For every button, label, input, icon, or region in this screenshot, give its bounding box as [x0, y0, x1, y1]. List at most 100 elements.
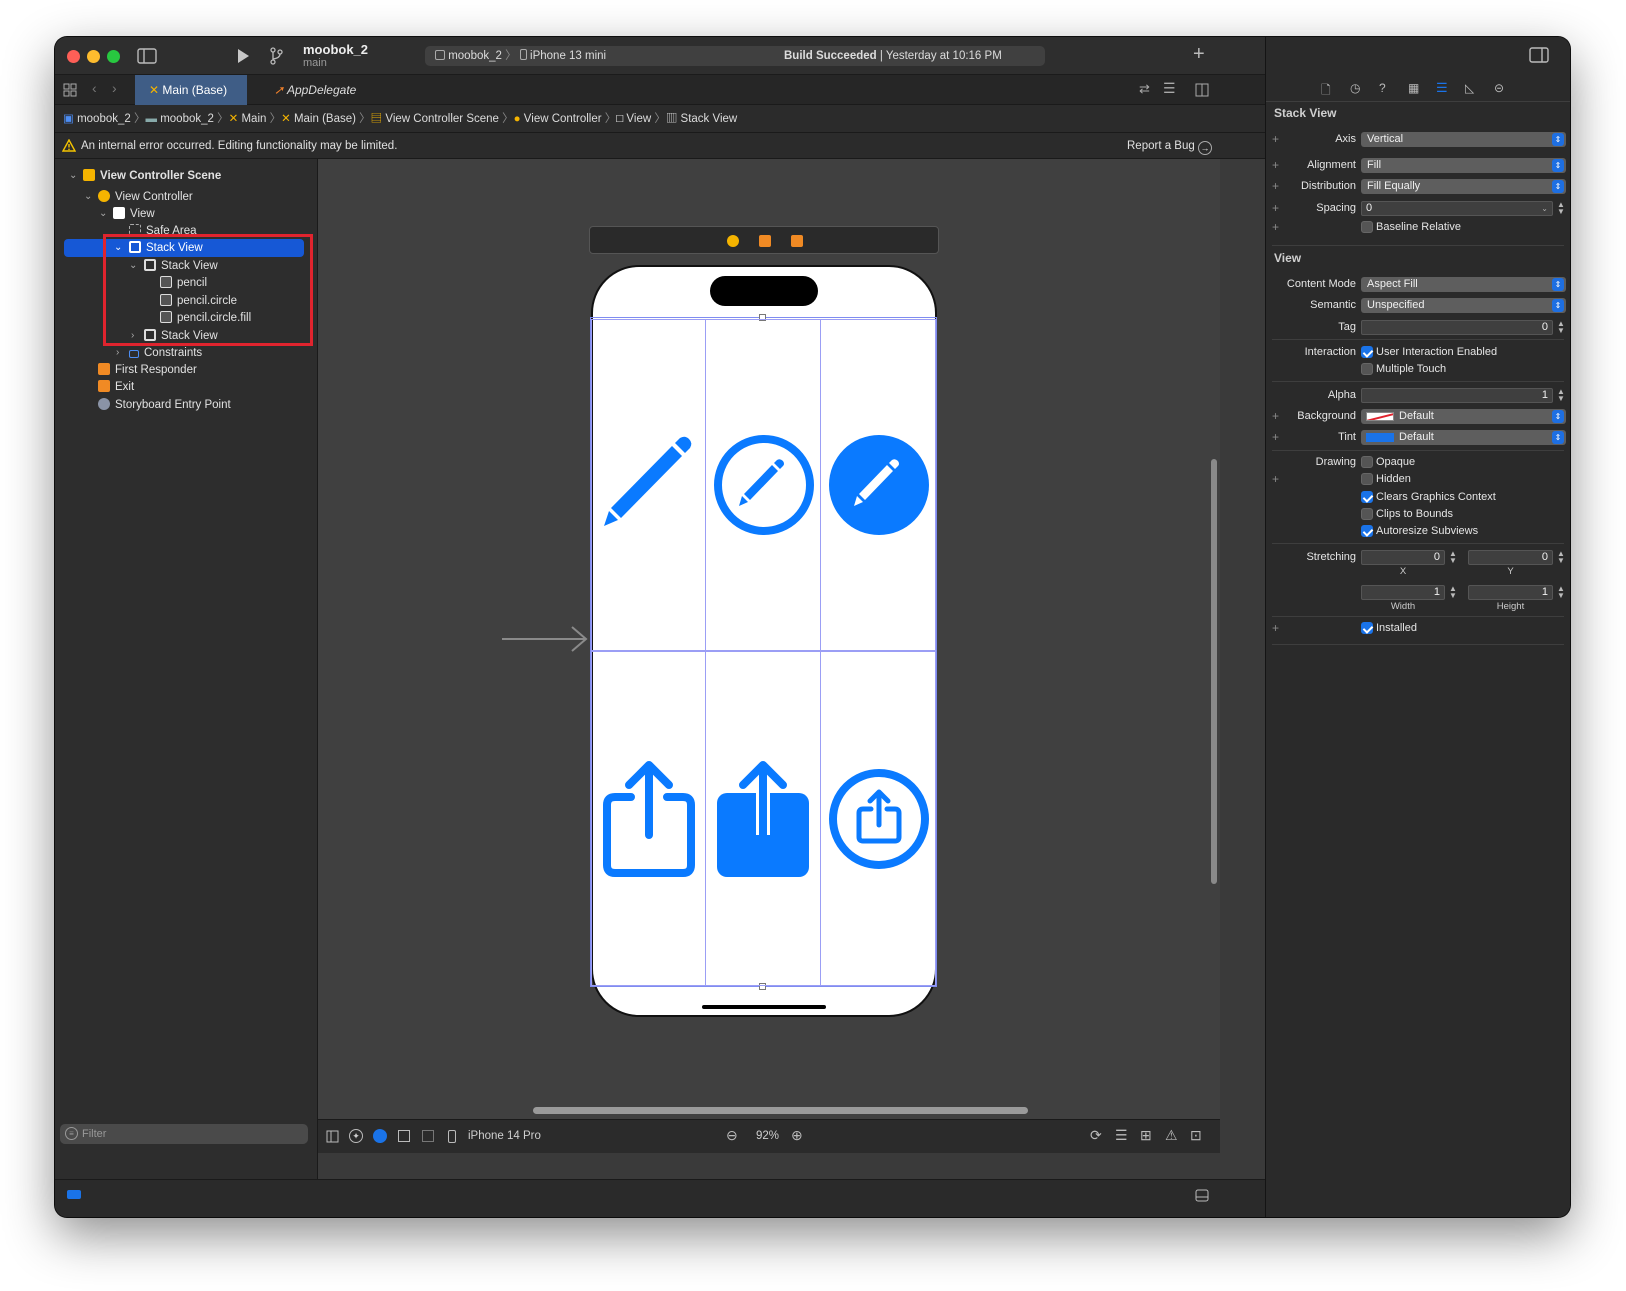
horizontal-scrollbar[interactable]: [533, 1107, 1028, 1114]
breadcrumb-item[interactable]: View: [626, 113, 651, 125]
breadcrumb-item[interactable]: Main: [241, 113, 266, 125]
zoom-window-button[interactable]: [107, 50, 120, 63]
storyboard-canvas[interactable]: [318, 159, 1220, 1119]
connections-inspector-icon[interactable]: ⊝: [1494, 81, 1504, 95]
stretching-width-field[interactable]: 1: [1361, 585, 1445, 600]
exit-icon[interactable]: [791, 235, 803, 247]
zoom-in-icon[interactable]: ⊕: [791, 1127, 803, 1144]
resolve-issues-icon[interactable]: ⚠: [1165, 1127, 1178, 1144]
breadcrumb-item[interactable]: Main (Base): [294, 113, 356, 125]
scheme-status-bar[interactable]: moobok_2 〉 iPhone 13 mini Build Succeede…: [425, 46, 1045, 66]
outline-item-first-responder[interactable]: First Responder: [98, 361, 197, 379]
plus-icon[interactable]: +: [1272, 430, 1279, 444]
plus-icon[interactable]: +: [1272, 201, 1279, 215]
view-controller-icon[interactable]: [727, 235, 739, 247]
split-editor-icon[interactable]: [1195, 83, 1209, 97]
chevron-right-icon[interactable]: ›: [116, 344, 119, 362]
size-inspector-icon[interactable]: ◺: [1465, 81, 1474, 95]
related-items-icon[interactable]: ⇄: [1139, 81, 1150, 97]
layout-icon[interactable]: [422, 1130, 434, 1142]
forward-icon[interactable]: ›: [112, 80, 117, 96]
chevron-down-icon[interactable]: ⌄: [69, 167, 77, 185]
outline-item-exit[interactable]: Exit: [98, 378, 134, 396]
breadcrumb-item[interactable]: moobok_2: [77, 113, 131, 125]
outline-item-view-controller-scene[interactable]: View Controller Scene: [83, 167, 221, 185]
stretching-height-stepper[interactable]: ▲ ▼: [1556, 585, 1566, 600]
alpha-field[interactable]: 1: [1361, 388, 1553, 403]
filter-field[interactable]: ≡ Filter: [60, 1124, 308, 1144]
stretching-width-stepper[interactable]: ▲ ▼: [1448, 585, 1458, 600]
chevron-down-icon[interactable]: ⌄: [99, 205, 107, 223]
breadcrumb-item[interactable]: moobok_2: [160, 113, 214, 125]
clears-graphics-context-checkbox[interactable]: [1361, 491, 1373, 503]
breadcrumb-item[interactable]: Stack View: [681, 113, 738, 125]
accessibility-icon[interactable]: ✦: [349, 1129, 363, 1143]
plus-icon[interactable]: +: [1272, 132, 1279, 146]
plus-icon[interactable]: +: [1272, 158, 1279, 172]
axis-popup[interactable]: Vertical ⇕: [1361, 132, 1566, 147]
update-frames-icon[interactable]: ⟳: [1090, 1127, 1102, 1144]
attributes-inspector-icon[interactable]: ☰: [1436, 80, 1448, 96]
entry-point-arrow-icon[interactable]: [500, 624, 590, 654]
editor-options-icon[interactable]: ☰: [1163, 80, 1176, 97]
outline-item-storyboard-entry-point[interactable]: Storyboard Entry Point: [98, 396, 231, 414]
stretching-y-stepper[interactable]: ▲ ▼: [1556, 550, 1566, 565]
history-inspector-icon[interactable]: ◷: [1350, 81, 1360, 95]
autoresize-subviews-checkbox[interactable]: [1361, 525, 1373, 537]
add-constraints-icon[interactable]: ⊞: [1140, 1127, 1152, 1144]
orientation-icon[interactable]: [398, 1130, 410, 1142]
scene-dock[interactable]: [589, 226, 939, 254]
spacing-field[interactable]: 0 ⌄: [1361, 201, 1553, 216]
stretching-y-field[interactable]: 0: [1468, 550, 1553, 565]
stretching-x-field[interactable]: 0: [1361, 550, 1445, 565]
outline-item-constraints[interactable]: Constraints: [129, 344, 202, 362]
first-responder-icon[interactable]: [759, 235, 771, 247]
background-popup[interactable]: Default ⇕: [1361, 409, 1566, 424]
file-inspector-icon[interactable]: 🗋: [1321, 81, 1331, 102]
plus-icon[interactable]: +: [1272, 472, 1279, 486]
multiple-touch-checkbox[interactable]: [1361, 363, 1373, 375]
outline-item-view-controller[interactable]: View Controller: [98, 188, 193, 206]
scheme-name[interactable]: moobok_2: [448, 50, 502, 62]
tag-field[interactable]: 0: [1361, 320, 1553, 335]
opaque-checkbox[interactable]: [1361, 456, 1373, 468]
stretching-x-stepper[interactable]: ▲ ▼: [1448, 550, 1458, 565]
outline-toggle-icon[interactable]: [326, 1130, 339, 1143]
distribution-popup[interactable]: Fill Equally ⇕: [1361, 179, 1566, 194]
semantic-popup[interactable]: Unspecified ⇕: [1361, 298, 1566, 313]
installed-checkbox[interactable]: [1361, 622, 1373, 634]
embed-in-icon[interactable]: ⊡: [1190, 1127, 1202, 1144]
appearance-icon[interactable]: [373, 1129, 387, 1143]
navigator-indicator-icon[interactable]: [67, 1190, 81, 1199]
report-bug-link[interactable]: Report a Bug →: [1127, 133, 1212, 159]
tab-main-base[interactable]: ✕ Main (Base): [135, 75, 247, 105]
device-selector[interactable]: iPhone 14 Pro: [468, 1130, 541, 1142]
chevron-down-icon[interactable]: ⌄: [84, 188, 92, 206]
baseline-relative-checkbox[interactable]: [1361, 221, 1373, 233]
plus-icon[interactable]: +: [1272, 220, 1279, 234]
outline-item-view[interactable]: View: [113, 205, 155, 223]
minimize-window-button[interactable]: [87, 50, 100, 63]
navigator-toggle-icon[interactable]: [137, 48, 157, 64]
inspector-toggle-icon[interactable]: [1529, 47, 1549, 63]
breadcrumb-item[interactable]: View Controller Scene: [385, 113, 499, 125]
vertical-scrollbar[interactable]: [1211, 459, 1217, 884]
identity-inspector-icon[interactable]: ▦: [1408, 81, 1419, 95]
close-window-button[interactable]: [67, 50, 80, 63]
user-interaction-checkbox[interactable]: [1361, 346, 1373, 358]
plus-icon[interactable]: +: [1272, 621, 1279, 635]
run-icon[interactable]: [236, 48, 250, 64]
zoom-level[interactable]: 92%: [756, 1130, 779, 1142]
grid-icon[interactable]: [63, 83, 77, 97]
help-inspector-icon[interactable]: ?: [1379, 81, 1386, 95]
stretching-height-field[interactable]: 1: [1468, 585, 1553, 600]
clips-to-bounds-checkbox[interactable]: [1361, 508, 1373, 520]
add-icon[interactable]: +: [1193, 43, 1205, 66]
tag-stepper[interactable]: ▲ ▼: [1556, 320, 1566, 335]
chevron-down-icon[interactable]: ⌄: [1541, 202, 1548, 215]
align-icon[interactable]: ☰: [1115, 1127, 1128, 1144]
debug-area-toggle-icon[interactable]: [1195, 1189, 1209, 1202]
content-mode-popup[interactable]: Aspect Fill ⇕: [1361, 277, 1566, 292]
alpha-stepper[interactable]: ▲ ▼: [1556, 388, 1566, 403]
alignment-popup[interactable]: Fill ⇕: [1361, 158, 1566, 173]
